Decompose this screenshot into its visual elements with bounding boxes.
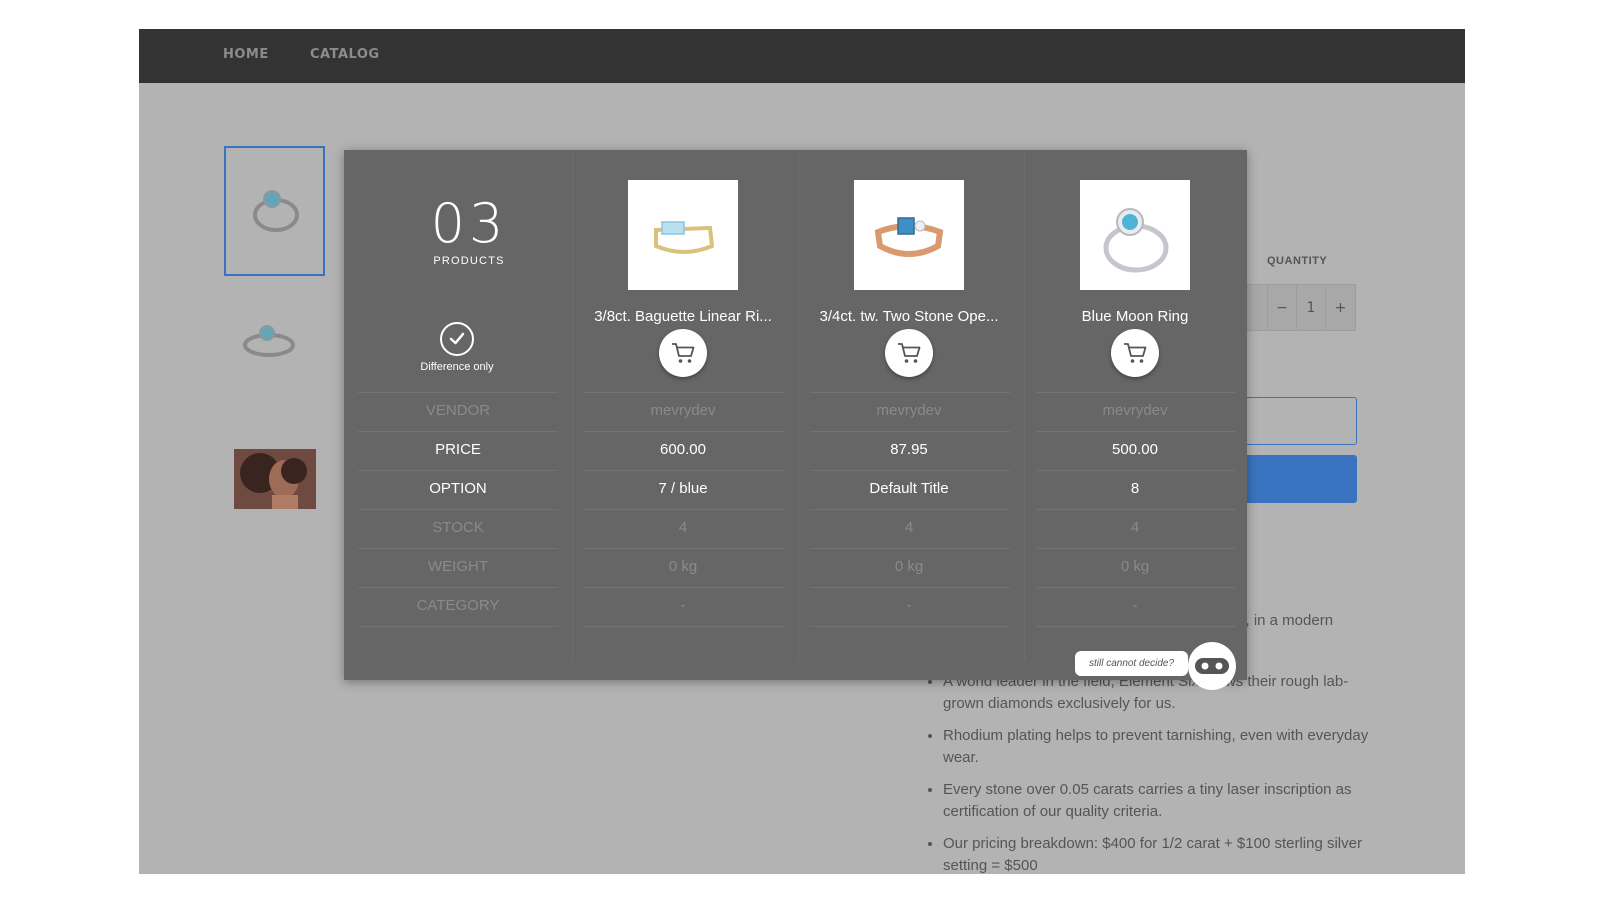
help-bot-button[interactable] (1188, 642, 1236, 690)
compare-cell: mevrydev (650, 402, 716, 419)
compare-row-label: OPTION (429, 480, 487, 497)
difference-only-toggle[interactable] (440, 322, 474, 356)
compare-row-label: VENDOR (425, 402, 491, 419)
ring-product-image (1103, 208, 1169, 273)
add-to-cart-button[interactable] (1231, 397, 1357, 445)
column-divider (572, 150, 573, 660)
row-divider (1036, 431, 1236, 432)
compare-cell: 7 / blue (658, 480, 708, 497)
compare-cell: - (680, 597, 686, 614)
quantity-label: QUANTITY (1267, 255, 1328, 267)
row-divider (358, 470, 558, 471)
row-divider (358, 626, 558, 627)
compare-product-name[interactable]: 3/8ct. Baguette Linear Ri... (583, 308, 783, 325)
compare-cell: 87.95 (890, 441, 928, 458)
row-divider (358, 392, 558, 393)
row-divider (358, 587, 558, 588)
buy-now-button[interactable] (1231, 455, 1357, 503)
ring-thumbnail-image (253, 190, 299, 232)
ring-product-image (874, 217, 944, 257)
nav-home-link[interactable]: HOME (223, 47, 269, 62)
feature-bullet: Our pricing breakdown: $400 for 1/2 cara… (943, 833, 1383, 874)
row-divider (810, 587, 1010, 588)
quantity-decrease-button[interactable]: − (1267, 284, 1297, 331)
model-photo-thumbnail (234, 449, 316, 509)
feature-bullet: Rhodium plating helps to prevent tarnish… (943, 725, 1383, 769)
compare-cell: - (1132, 597, 1138, 614)
row-divider (584, 431, 784, 432)
row-divider (584, 392, 784, 393)
compare-cell: 600.00 (660, 441, 706, 458)
ring-product-image (654, 221, 715, 254)
row-divider (1036, 392, 1236, 393)
row-divider (1036, 509, 1236, 510)
nav-catalog-link[interactable]: CATALOG (310, 47, 380, 62)
add-to-cart-button[interactable] (1111, 329, 1159, 377)
compare-cell: 8 (1130, 480, 1140, 497)
row-divider (1036, 548, 1236, 549)
compare-cell: 4 (1130, 519, 1140, 536)
row-divider (358, 431, 558, 432)
compare-cell: - (906, 597, 912, 614)
row-divider (358, 509, 558, 510)
robot-face-icon (1195, 658, 1229, 674)
compare-row-label: CATEGORY (416, 597, 500, 614)
compare-cell: Default Title (869, 480, 949, 497)
row-divider (1036, 470, 1236, 471)
compare-cell: 500.00 (1112, 441, 1158, 458)
product-feature-list: A world leader in the field, Element Six… (923, 671, 1383, 874)
quantity-input[interactable]: 1 (1296, 284, 1326, 331)
compare-count: 03 (430, 192, 508, 255)
add-to-cart-button[interactable] (885, 329, 933, 377)
quantity-increase-button[interactable]: + (1325, 284, 1356, 331)
feature-bullet: Every stone over 0.05 carats carries a t… (943, 779, 1383, 823)
row-divider (584, 626, 784, 627)
row-divider (810, 509, 1010, 510)
column-divider (798, 150, 799, 660)
compare-cell: mevrydev (876, 402, 942, 419)
row-divider (1036, 626, 1236, 627)
compare-modal: 03 PRODUCTS Difference only 3/8ct. Bague… (344, 150, 1247, 690)
compare-row-label: PRICE (435, 441, 481, 458)
row-divider (584, 548, 784, 549)
top-navigation: HOME CATALOG (139, 29, 1465, 83)
compare-product-name[interactable]: 3/4ct. tw. Two Stone Ope... (809, 308, 1009, 325)
compare-product-name[interactable]: Blue Moon Ring (1035, 308, 1235, 325)
column-divider (1024, 150, 1025, 660)
row-divider (810, 470, 1010, 471)
row-divider (584, 470, 784, 471)
compare-row-label: WEIGHT (428, 558, 488, 575)
compare-row-label: STOCK (432, 519, 484, 536)
difference-only-label: Difference only (420, 361, 494, 373)
ring-thumbnail-image (243, 325, 295, 357)
product-thumbnail-3[interactable] (234, 449, 316, 509)
compare-product-image[interactable] (628, 180, 738, 290)
check-icon (449, 332, 465, 345)
compare-cell: 0 kg (894, 558, 924, 575)
compare-cell: mevrydev (1102, 402, 1168, 419)
row-divider (810, 392, 1010, 393)
compare-cell: 4 (678, 519, 688, 536)
compare-product-image[interactable] (1080, 180, 1190, 290)
row-divider (810, 626, 1010, 627)
help-tooltip[interactable]: still cannot decide? (1075, 651, 1188, 676)
product-thumbnail-1[interactable] (224, 146, 325, 276)
cart-icon (898, 343, 921, 363)
compare-cell: 0 kg (668, 558, 698, 575)
cart-icon (1124, 343, 1147, 363)
product-description-partial: s, in a modern (1238, 612, 1334, 629)
row-divider (584, 587, 784, 588)
row-divider (1036, 587, 1236, 588)
compare-cell: 0 kg (1120, 558, 1150, 575)
product-thumbnail-2[interactable] (237, 319, 299, 365)
row-divider (358, 548, 558, 549)
cart-icon (672, 343, 695, 363)
row-divider (810, 431, 1010, 432)
compare-cell: 4 (904, 519, 914, 536)
row-divider (584, 509, 784, 510)
row-divider (810, 548, 1010, 549)
compare-count-label: PRODUCTS (433, 255, 505, 267)
add-to-cart-button[interactable] (659, 329, 707, 377)
compare-product-image[interactable] (854, 180, 964, 290)
